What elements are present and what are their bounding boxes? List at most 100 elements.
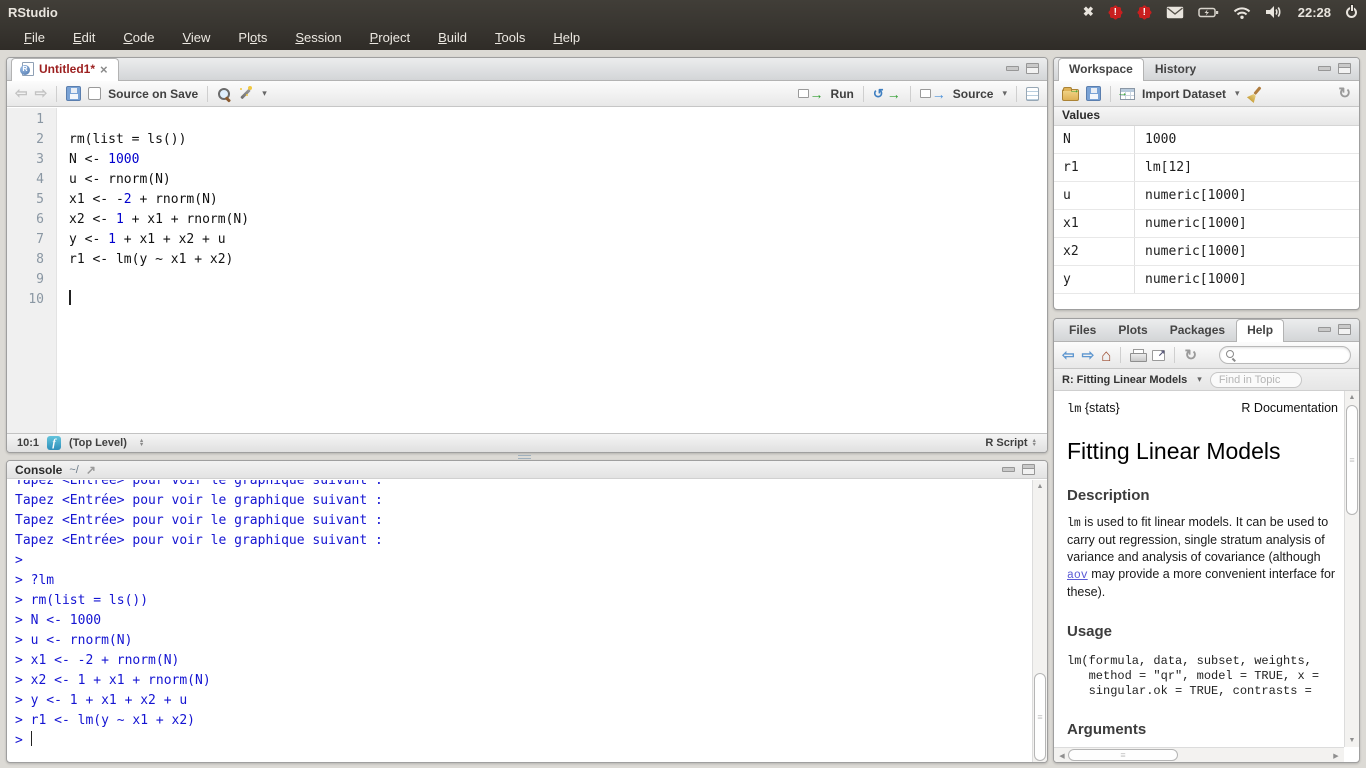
help-vscrollbar[interactable]: ▲ ▼	[1344, 391, 1359, 747]
chevron-down-icon[interactable]: ▾	[1002, 88, 1007, 99]
battery-icon[interactable]	[1198, 6, 1219, 19]
clock[interactable]: 22:28	[1298, 5, 1331, 20]
code-line[interactable]: 5x1 <- -2 + rnorm(N)	[7, 190, 1047, 210]
refresh-icon[interactable]: ↻	[1184, 348, 1197, 363]
menu-code[interactable]: Code	[111, 27, 166, 48]
maximize-pane-button[interactable]	[1338, 63, 1351, 74]
workspace-row[interactable]: N1000	[1054, 126, 1359, 154]
console-output[interactable]: Tapez <Entrée> pour voir le graphique su…	[7, 480, 1032, 762]
scrollbar-thumb[interactable]	[1034, 673, 1046, 761]
print-icon[interactable]	[1130, 349, 1145, 362]
popout-icon[interactable]: ↗	[86, 463, 96, 477]
tab-help[interactable]: Help	[1236, 319, 1284, 342]
workspace-row[interactable]: r1lm[12]	[1054, 154, 1359, 182]
volume-icon[interactable]	[1265, 5, 1284, 19]
tab-untitled1[interactable]: Untitled1* ×	[11, 58, 119, 81]
cross-icon[interactable]: ✖	[1083, 4, 1094, 20]
alert-icon[interactable]: !	[1137, 5, 1152, 20]
code-editor[interactable]: 12rm(list = ls())3N <- 10004u <- rnorm(N…	[7, 108, 1047, 433]
help-document[interactable]: lm {stats} R Documentation Fitting Linea…	[1054, 391, 1344, 747]
close-icon[interactable]: ×	[100, 63, 108, 76]
tab-files[interactable]: Files	[1058, 319, 1107, 341]
menu-file[interactable]: File	[12, 27, 57, 48]
help-search-box[interactable]	[1219, 346, 1351, 364]
scrollbar-thumb[interactable]	[1346, 405, 1358, 515]
import-dataset-button[interactable]: Import Dataset	[1142, 87, 1226, 101]
load-workspace-icon[interactable]	[1062, 89, 1079, 101]
menu-plots[interactable]: Plots	[226, 27, 279, 48]
run-button[interactable]: Run	[831, 87, 854, 101]
workspace-row[interactable]: unumeric[1000]	[1054, 182, 1359, 210]
tab-packages[interactable]: Packages	[1159, 319, 1236, 341]
pane-splitter-handle[interactable]	[518, 455, 531, 459]
forward-icon[interactable]: ⇨	[35, 86, 48, 101]
help-search-input[interactable]	[1240, 349, 1344, 361]
minimize-pane-button[interactable]	[1318, 66, 1331, 71]
scope-selector[interactable]: (Top Level)	[69, 437, 127, 449]
tab-plots[interactable]: Plots	[1107, 319, 1158, 341]
source-icon[interactable]	[920, 89, 931, 98]
popout-icon[interactable]	[1152, 350, 1165, 361]
code-tools-icon[interactable]	[238, 86, 253, 101]
minimize-pane-button[interactable]	[1002, 467, 1015, 472]
clear-workspace-icon[interactable]	[1247, 86, 1263, 102]
scroll-right-icon[interactable]: ▶	[1331, 752, 1341, 760]
menu-session[interactable]: Session	[283, 27, 353, 48]
help-hscrollbar[interactable]: ◀ ▶	[1054, 747, 1344, 762]
code-line[interactable]: 1	[7, 110, 1047, 130]
code-line[interactable]: 9	[7, 270, 1047, 290]
chevron-down-icon[interactable]: ▾	[262, 88, 267, 99]
home-icon[interactable]: ⌂	[1101, 347, 1111, 364]
scroll-left-icon[interactable]: ◀	[1057, 752, 1067, 760]
save-icon[interactable]	[66, 86, 81, 101]
console-scrollbar[interactable]: ▲ ▼	[1032, 480, 1047, 762]
import-dataset-icon[interactable]	[1120, 88, 1135, 100]
scroll-up-icon[interactable]: ▲	[1033, 483, 1047, 490]
find-in-topic-input[interactable]	[1210, 372, 1302, 388]
source-button[interactable]: Source	[953, 87, 994, 101]
wifi-icon[interactable]	[1233, 6, 1251, 19]
back-icon[interactable]: ⇦	[15, 86, 28, 101]
code-line[interactable]: 8r1 <- lm(y ~ x1 + x2)	[7, 250, 1047, 270]
minimize-pane-button[interactable]	[1006, 66, 1019, 71]
menu-edit[interactable]: Edit	[61, 27, 107, 48]
alert-icon[interactable]: !	[1108, 5, 1123, 20]
file-type-selector[interactable]: R Script	[985, 437, 1027, 449]
code-line[interactable]: 10	[7, 290, 1047, 310]
menu-view[interactable]: View	[170, 27, 222, 48]
code-line[interactable]: 7y <- 1 + x1 + x2 + u	[7, 230, 1047, 250]
code-line[interactable]: 6x2 <- 1 + x1 + rnorm(N)	[7, 210, 1047, 230]
menu-tools[interactable]: Tools	[483, 27, 537, 48]
compile-notebook-icon[interactable]	[1026, 87, 1039, 101]
workspace-row[interactable]: x2numeric[1000]	[1054, 238, 1359, 266]
code-line[interactable]: 2rm(list = ls())	[7, 130, 1047, 150]
maximize-pane-button[interactable]	[1338, 324, 1351, 335]
mail-icon[interactable]	[1166, 6, 1184, 19]
topic-selector[interactable]: R: Fitting Linear Models	[1062, 374, 1187, 386]
save-workspace-icon[interactable]	[1086, 86, 1101, 101]
console-prompt[interactable]: >	[15, 731, 1032, 751]
aov-link[interactable]: aov	[1067, 569, 1088, 582]
scrollbar-thumb[interactable]	[1068, 749, 1178, 761]
minimize-pane-button[interactable]	[1318, 327, 1331, 332]
forward-icon[interactable]: ⇨	[1082, 348, 1095, 363]
menu-build[interactable]: Build	[426, 27, 479, 48]
run-icon[interactable]	[798, 89, 809, 98]
code-line[interactable]: 4u <- rnorm(N)	[7, 170, 1047, 190]
menu-project[interactable]: Project	[358, 27, 422, 48]
tab-workspace[interactable]: Workspace	[1058, 58, 1144, 81]
tab-history[interactable]: History	[1144, 58, 1207, 80]
find-icon[interactable]	[217, 87, 231, 101]
back-icon[interactable]: ⇦	[1062, 348, 1075, 363]
workspace-row[interactable]: x1numeric[1000]	[1054, 210, 1359, 238]
menu-help[interactable]: Help	[541, 27, 592, 48]
chevron-down-icon[interactable]: ▾	[1235, 88, 1240, 99]
chevron-down-icon[interactable]: ▾	[1197, 374, 1202, 385]
source-on-save-checkbox[interactable]	[88, 87, 101, 100]
refresh-icon[interactable]: ↻	[1338, 86, 1351, 101]
code-line[interactable]: 3N <- 1000	[7, 150, 1047, 170]
power-icon[interactable]	[1345, 6, 1358, 19]
maximize-pane-button[interactable]	[1022, 464, 1035, 475]
maximize-pane-button[interactable]	[1026, 63, 1039, 74]
scroll-down-icon[interactable]: ▼	[1345, 737, 1359, 744]
